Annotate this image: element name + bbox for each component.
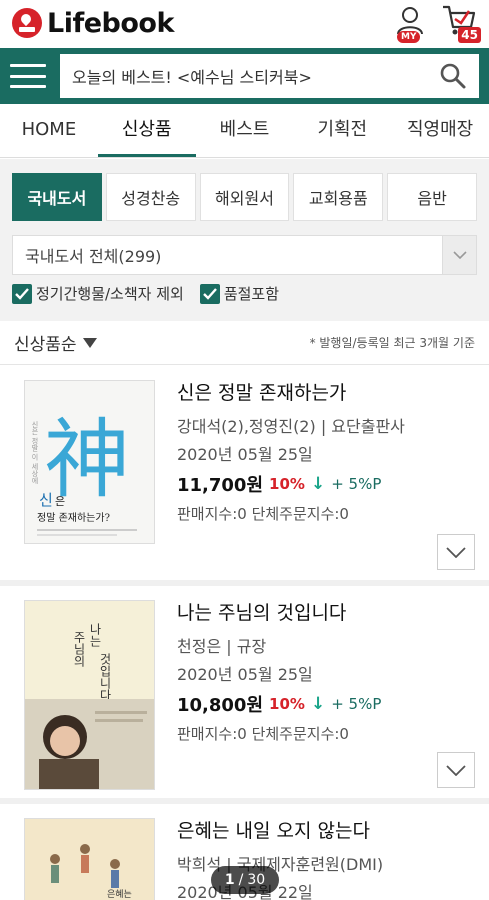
book-list-item[interactable]: 신은 정말 이 세상에 神 신 은 정말 존재하는가? 신은 정말 존재하는가 … xyxy=(0,366,489,586)
book-list-item[interactable]: 나는 주님의 것입니다 나는 주님의 것입니다 천정은 | 규장 2020년 0… xyxy=(0,586,489,804)
top-header: Lifebook MY 45 xyxy=(0,0,489,46)
book-author-publisher: 강대석(2),정영진(2) | 요단출판사 xyxy=(177,417,405,436)
book-point: + 5%P xyxy=(331,475,382,493)
sort-dropdown[interactable]: 신상품순 xyxy=(14,330,97,355)
page-total: 30 xyxy=(247,872,266,888)
subcategory-select[interactable]: 국내도서 전체(299) xyxy=(12,235,477,275)
checkmark-icon xyxy=(199,283,220,304)
tab-best[interactable]: 베스트 xyxy=(196,104,294,157)
chevron-down-icon xyxy=(446,546,466,558)
triangle-down-icon xyxy=(82,337,97,348)
my-page-button[interactable]: MY xyxy=(393,3,427,43)
tab-stores[interactable]: 직영매장 xyxy=(391,104,489,157)
book-price: 11,700원 xyxy=(177,475,264,496)
book-title[interactable]: 은혜는 내일 오지 않는다 xyxy=(177,816,479,843)
tab-new-products[interactable]: 신상품 xyxy=(97,104,196,157)
expand-button[interactable] xyxy=(437,752,475,788)
book-sales-index: 판매지수:0 단체주문지수:0 xyxy=(177,505,349,523)
cart-count-badge: 45 xyxy=(458,27,481,43)
svg-text:신: 신 xyxy=(39,491,53,509)
tab-events[interactable]: 기획전 xyxy=(293,104,391,157)
book-cover-image[interactable]: 나는 주님의 것입니다 xyxy=(24,600,155,790)
book-point: + 5%P xyxy=(331,695,382,713)
expand-button[interactable] xyxy=(437,534,475,570)
category-bible-hymn[interactable]: 성경찬송 xyxy=(105,173,196,221)
logo-mark-icon xyxy=(12,8,42,38)
exclude-periodicals-checkbox[interactable]: 정기간행물/소책자 제외 xyxy=(12,283,184,304)
page-current: 1 xyxy=(224,872,235,888)
cart-button[interactable]: 45 xyxy=(441,3,481,43)
arrow-down-icon: ↓ xyxy=(310,694,326,714)
book-cover-image[interactable]: 신은 정말 이 세상에 神 신 은 정말 존재하는가? xyxy=(24,380,155,544)
exclude-periodicals-label: 정기간행물/소책자 제외 xyxy=(36,285,184,303)
svg-text:신은 정말 이 세상에: 신은 정말 이 세상에 xyxy=(31,420,39,485)
book-date: 2020년 05월 25일 xyxy=(177,445,313,464)
main-nav: HOME 신상품 베스트 기획전 직영매장 xyxy=(0,104,489,158)
chevron-down-icon[interactable] xyxy=(442,236,476,274)
category-albums[interactable]: 음반 xyxy=(387,173,477,221)
subcategory-value: 국내도서 전체(299) xyxy=(25,247,162,266)
checkmark-icon xyxy=(12,283,32,304)
arrow-down-icon: ↓ xyxy=(310,474,326,494)
category-tabs: 국내도서 성경찬송 해외원서 교회용품 음반 xyxy=(12,173,477,221)
book-author-publisher: 천정은 | 규장 xyxy=(177,637,267,656)
book-discount: 10% xyxy=(269,695,305,713)
sort-label: 신상품순 xyxy=(14,335,77,355)
book-title[interactable]: 신은 정말 존재하는가 xyxy=(177,378,479,405)
category-domestic-books[interactable]: 국내도서 xyxy=(12,173,102,221)
sort-note: * 발행일/등록일 최근 3개월 기준 xyxy=(309,336,475,350)
category-foreign-books[interactable]: 해외원서 xyxy=(199,173,290,221)
lifebook-logo[interactable]: Lifebook xyxy=(12,8,174,39)
book-price: 10,800원 xyxy=(177,695,264,716)
search-input[interactable] xyxy=(72,66,439,86)
svg-text:은: 은 xyxy=(55,495,65,508)
svg-text:정말 존재하는가?: 정말 존재하는가? xyxy=(37,511,110,524)
page-separator: / xyxy=(238,872,244,888)
search-bar xyxy=(0,48,489,104)
svg-text:은혜는: 은혜는 xyxy=(107,888,132,900)
logo-text: Lifebook xyxy=(47,7,174,39)
sort-row: 신상품순 * 발행일/등록일 최근 3개월 기준 xyxy=(0,321,489,365)
book-discount: 10% xyxy=(269,475,305,493)
include-out-of-stock-label: 품절포함 xyxy=(223,285,280,303)
search-icon[interactable] xyxy=(439,62,467,90)
page-indicator: 1 / 30 xyxy=(211,866,279,894)
svg-text:주님의: 주님의 xyxy=(72,631,86,667)
book-date: 2020년 05월 25일 xyxy=(177,665,313,684)
tab-home[interactable]: HOME xyxy=(0,104,98,157)
category-church-supplies[interactable]: 교회용품 xyxy=(293,173,384,221)
menu-icon[interactable] xyxy=(10,62,46,90)
svg-text:나는: 나는 xyxy=(88,623,102,647)
book-sales-index: 판매지수:0 단체주문지수:0 xyxy=(177,725,349,743)
include-out-of-stock-checkbox[interactable]: 품절포함 xyxy=(199,283,280,304)
book-title[interactable]: 나는 주님의 것입니다 xyxy=(177,598,479,625)
filter-panel: 국내도서 성경찬송 해외원서 교회용품 음반 국내도서 전체(299) 정기간행… xyxy=(0,159,489,321)
search-box[interactable] xyxy=(60,54,479,98)
chevron-down-icon xyxy=(446,764,466,776)
svg-text:것입니다: 것입니다 xyxy=(98,653,112,701)
my-badge: MY xyxy=(397,31,421,43)
book-cover-image[interactable]: 은혜는 xyxy=(24,818,155,900)
